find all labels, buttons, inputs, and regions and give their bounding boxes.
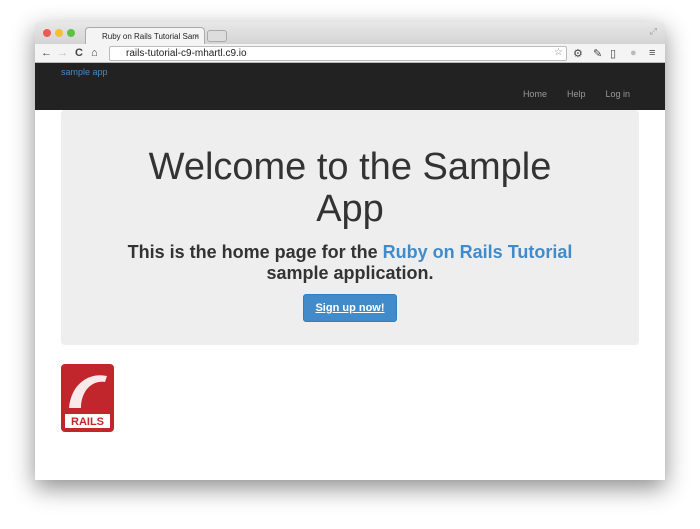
extension-bubble-icon[interactable]: ● xyxy=(630,47,637,59)
nav-help[interactable]: Help xyxy=(567,89,586,99)
reload-icon[interactable]: C xyxy=(75,47,83,59)
bookmark-star-icon[interactable]: ☆ xyxy=(554,47,563,58)
brand-link[interactable]: sample app xyxy=(61,67,108,77)
new-tab-button[interactable] xyxy=(207,30,227,42)
extension-pen-icon[interactable]: ✎ xyxy=(593,47,602,60)
rails-logo[interactable]: RAILS xyxy=(61,364,114,432)
address-bar[interactable]: rails-tutorial-c9-mhartl.c9.io ☆ xyxy=(109,46,567,61)
tab-title: Ruby on Rails Tutorial Sam xyxy=(102,32,199,41)
gear-icon[interactable]: ⚙ xyxy=(573,47,583,60)
close-tab-icon[interactable]: × xyxy=(194,32,199,41)
rails-tutorial-link[interactable]: Ruby on Rails Tutorial xyxy=(383,242,573,262)
subtitle-prefix: This is the home page for the xyxy=(127,242,383,262)
home-icon[interactable]: ⌂ xyxy=(91,47,98,59)
browser-tab[interactable]: Ruby on Rails Tutorial Sam × xyxy=(85,27,205,44)
browser-toolbar: ← → C ⌂ rails-tutorial-c9-mhartl.c9.io ☆ … xyxy=(35,44,665,63)
jumbotron: Welcome to the Sample App This is the ho… xyxy=(61,110,639,345)
maximize-window-button[interactable] xyxy=(67,29,75,37)
subtitle-suffix: sample application. xyxy=(266,263,434,283)
minimize-window-button[interactable] xyxy=(55,29,63,37)
nav-home[interactable]: Home xyxy=(523,89,547,99)
nav-menu: Home Help Log in xyxy=(523,89,630,99)
site-navbar: sample app Home Help Log in xyxy=(35,63,665,110)
nav-login[interactable]: Log in xyxy=(605,89,630,99)
extension-device-icon[interactable]: ▯ xyxy=(610,47,616,60)
subtitle: This is the home page for the Ruby on Ra… xyxy=(61,242,639,284)
rails-logo-text: RAILS xyxy=(71,416,104,428)
fullscreen-icon[interactable]: ⤢ xyxy=(650,26,657,37)
forward-icon[interactable]: → xyxy=(57,47,68,59)
title-bar: Ruby on Rails Tutorial Sam × ⤢ xyxy=(35,22,665,44)
browser-window: Ruby on Rails Tutorial Sam × ⤢ ← → C ⌂ ra… xyxy=(35,22,665,480)
back-icon[interactable]: ← xyxy=(41,47,52,59)
close-window-button[interactable] xyxy=(43,29,51,37)
signup-button[interactable]: Sign up now! xyxy=(303,294,397,322)
menu-icon[interactable]: ≡ xyxy=(649,47,655,59)
url-text: rails-tutorial-c9-mhartl.c9.io xyxy=(126,48,247,59)
page-title: Welcome to the Sample App xyxy=(148,146,552,230)
